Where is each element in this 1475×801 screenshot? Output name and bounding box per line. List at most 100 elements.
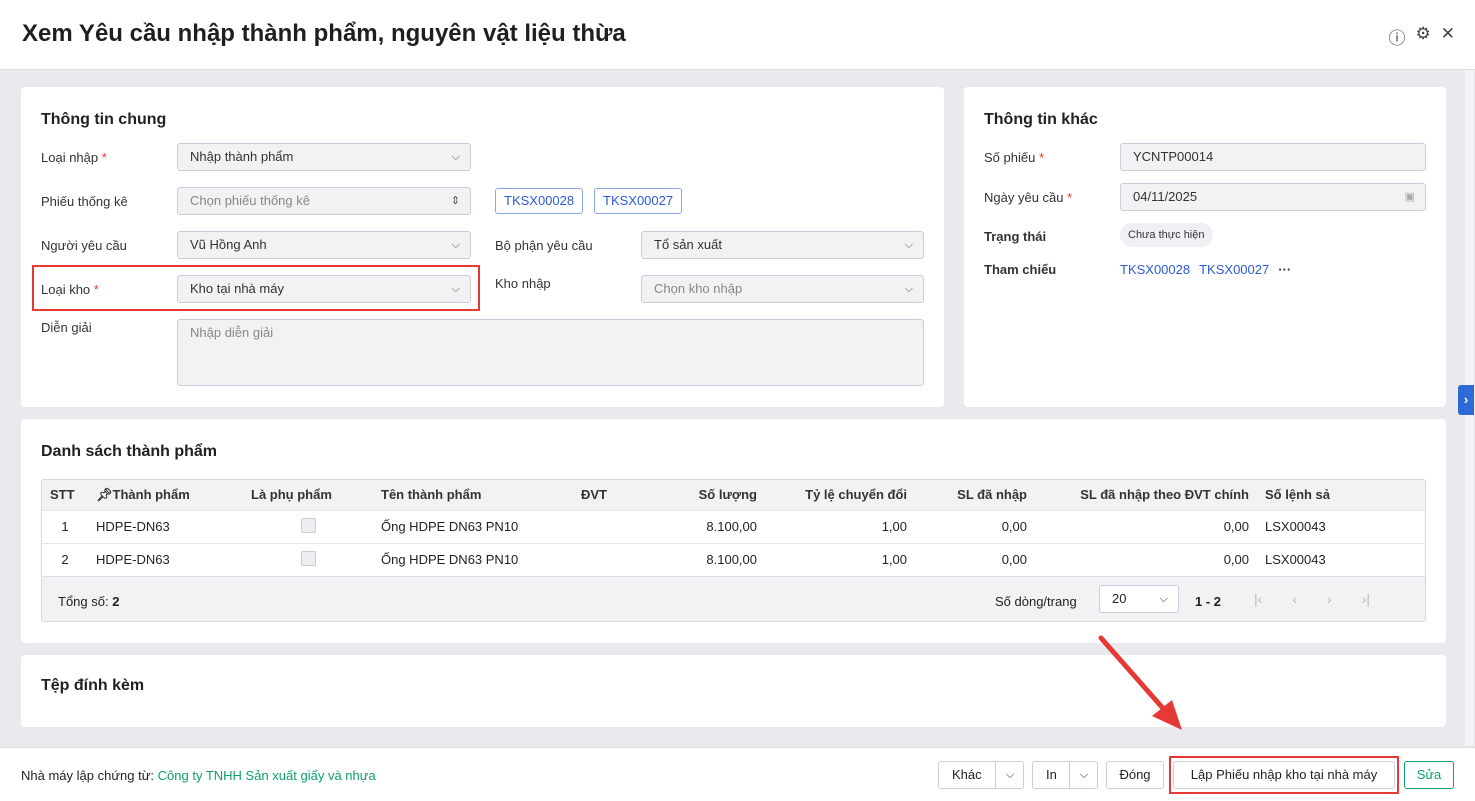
ngay-yeu-cau-label: Ngày yêu cầu *: [984, 190, 1073, 205]
checkbox[interactable]: [300, 550, 316, 566]
nguoi-yeu-cau-label: Người yêu cầu: [41, 238, 127, 253]
help-icon[interactable]: ⓘ: [1389, 24, 1406, 49]
col-stt[interactable]: STT: [42, 480, 88, 510]
cell-name: Ống HDPE DN63 PN10: [373, 542, 573, 576]
pin-icon: 📌︎: [96, 486, 113, 502]
products-table: STT 📌︎Thành phẩm Là phụ phẩm Tên thành p…: [41, 479, 1426, 622]
table-row[interactable]: 1 HDPE-DN63 Ống HDPE DN63 PN10 8.100,00 …: [42, 509, 1425, 543]
cell-order: LSX00043: [1257, 542, 1425, 576]
col-so-lenh[interactable]: Số lệnh sả: [1257, 480, 1425, 510]
dialog-footer: Nhà máy lập chứng từ: Công ty TNHH Sản x…: [0, 747, 1475, 801]
chevron-down-icon[interactable]: ⌵: [995, 762, 1024, 788]
expand-panel-button[interactable]: ›: [1458, 385, 1474, 415]
kho-nhap-select[interactable]: Chọn kho nhập ⌵: [641, 275, 924, 303]
chevron-down-icon: ⌵: [451, 151, 460, 163]
print-button[interactable]: In ⌵: [1032, 761, 1098, 789]
other-button[interactable]: Khác ⌵: [938, 761, 1024, 789]
ref-link-tksx00027[interactable]: TKSX00027: [1199, 262, 1269, 277]
close-button[interactable]: Đóng: [1106, 761, 1164, 789]
chevron-down-icon[interactable]: ⌵: [1069, 762, 1098, 788]
col-sl-dvt-chinh[interactable]: SL đã nhập theo ĐVT chính: [1035, 480, 1257, 510]
col-thanh-pham[interactable]: 📌︎Thành phẩm: [88, 480, 243, 510]
phieu-thong-ke-select[interactable]: Chọn phiếu thống kê ⇕: [177, 187, 471, 215]
bo-phan-select[interactable]: Tổ sản xuất ⌵: [641, 231, 924, 259]
edit-button[interactable]: Sửa: [1404, 761, 1454, 789]
first-page-icon[interactable]: |‹: [1254, 591, 1262, 607]
page-size-select[interactable]: 20 ⌵: [1099, 585, 1179, 613]
cell-name: Ống HDPE DN63 PN10: [373, 509, 573, 543]
close-icon[interactable]: ✕: [1441, 24, 1455, 49]
sort-icon: ⇕: [450, 195, 460, 207]
kho-nhap-label: Kho nhập: [495, 276, 551, 291]
chevron-down-icon: ⌵: [451, 239, 460, 251]
general-info-title: Thông tin chung: [41, 111, 167, 128]
attachments-title: Tệp đính kèm: [41, 677, 145, 694]
factory-link[interactable]: Công ty TNHH Sản xuất giấy và nhựa: [158, 768, 376, 783]
cell-stt: 2: [42, 542, 88, 576]
cell-imported-main: 0,00: [1035, 509, 1257, 543]
loai-nhap-select[interactable]: Nhập thành phẩm ⌵: [177, 143, 471, 171]
tag-tksx00027[interactable]: TKSX00027: [594, 188, 683, 214]
chevron-down-icon: ⌵: [451, 283, 460, 295]
next-page-icon[interactable]: ›: [1327, 591, 1332, 607]
cell-dvt: [573, 509, 673, 543]
chevron-down-icon: ⌵: [904, 239, 913, 251]
other-info-title: Thông tin khác: [984, 111, 1098, 128]
factory-info: Nhà máy lập chứng từ: Công ty TNHH Sản x…: [21, 768, 376, 783]
cell-ratio: 1,00: [765, 542, 915, 576]
prev-page-icon[interactable]: ‹: [1292, 591, 1297, 607]
nguoi-yeu-cau-select[interactable]: Vũ Hồng Anh ⌵: [177, 231, 471, 259]
gear-icon[interactable]: ⚙: [1416, 24, 1431, 49]
col-phu-pham[interactable]: Là phụ phẩm: [243, 480, 373, 510]
dialog-header: Xem Yêu cầu nhập thành phẩm, nguyên vật …: [0, 0, 1475, 70]
more-icon[interactable]: ···: [1278, 262, 1291, 277]
cell-imported: 0,00: [915, 542, 1035, 576]
col-ten[interactable]: Tên thành phẩm: [373, 480, 573, 510]
loai-kho-select[interactable]: Kho tại nhà máy ⌵: [177, 275, 471, 303]
loai-kho-label: Loại kho *: [41, 282, 99, 297]
tham-chieu-label: Tham chiếu: [984, 262, 1057, 277]
tag-tksx00028[interactable]: TKSX00028: [495, 188, 584, 214]
so-phieu-field[interactable]: YCNTP00014: [1120, 143, 1426, 171]
create-receipt-button[interactable]: Lập Phiếu nhập kho tại nhà máy: [1173, 761, 1395, 789]
cell-code: HDPE-DN63: [88, 542, 243, 576]
last-page-icon[interactable]: ›|: [1362, 591, 1370, 607]
page-size-label: Số dòng/trang: [995, 594, 1077, 609]
loai-nhap-label: Loại nhập *: [41, 150, 107, 165]
col-so-luong[interactable]: Số lượng: [673, 480, 765, 510]
cell-ratio: 1,00: [765, 509, 915, 543]
page-range: 1 - 2: [1195, 594, 1222, 609]
cell-qty: 8.100,00: [673, 542, 765, 576]
other-info-card: Thông tin khác Số phiếu * YCNTP00014 Ngà…: [964, 87, 1446, 407]
total-count: Tổng số: 2: [58, 594, 120, 609]
cell-code: HDPE-DN63: [88, 509, 243, 543]
dien-giai-label: Diễn giải: [41, 320, 92, 335]
status-badge: Chưa thực hiện: [1120, 223, 1213, 247]
col-ty-le[interactable]: Tỷ lệ chuyển đổi: [765, 480, 915, 510]
attachments-card: Tệp đính kèm: [21, 655, 1446, 727]
table-row[interactable]: 2 HDPE-DN63 Ống HDPE DN63 PN10 8.100,00 …: [42, 542, 1425, 576]
col-sl-da-nhap[interactable]: SL đã nhập: [915, 480, 1035, 510]
bo-phan-label: Bộ phận yêu cầu: [495, 238, 593, 253]
cell-imported-main: 0,00: [1035, 542, 1257, 576]
so-phieu-label: Số phiếu *: [984, 150, 1045, 165]
cell-stt: 1: [42, 509, 88, 543]
ref-link-tksx00028[interactable]: TKSX00028: [1120, 262, 1190, 277]
dien-giai-textarea[interactable]: Nhập diễn giải: [177, 319, 924, 386]
trang-thai-label: Trạng thái: [984, 229, 1047, 244]
chevron-down-icon: ⌵: [1159, 593, 1168, 605]
checkbox[interactable]: [300, 517, 316, 533]
dialog-title: Xem Yêu cầu nhập thành phẩm, nguyên vật …: [22, 20, 626, 47]
phieu-thong-ke-label: Phiếu thống kê: [41, 194, 128, 209]
general-info-card: Thông tin chung Loại nhập * Nhập thành p…: [21, 87, 944, 407]
col-dvt[interactable]: ĐVT: [573, 480, 673, 510]
chevron-down-icon: ⌵: [904, 283, 913, 295]
cell-qty: 8.100,00: [673, 509, 765, 543]
cell-imported: 0,00: [915, 509, 1035, 543]
cell-dvt: [573, 542, 673, 576]
calendar-icon: ▣: [1404, 191, 1415, 203]
cell-order: LSX00043: [1257, 509, 1425, 543]
table-footer: Tổng số: 2 Số dòng/trang 20 ⌵ 1 - 2 |‹ ‹ › ›…: [42, 576, 1425, 621]
products-title: Danh sách thành phẩm: [41, 443, 218, 460]
ngay-yeu-cau-field[interactable]: 04/11/2025 ▣: [1120, 183, 1426, 211]
